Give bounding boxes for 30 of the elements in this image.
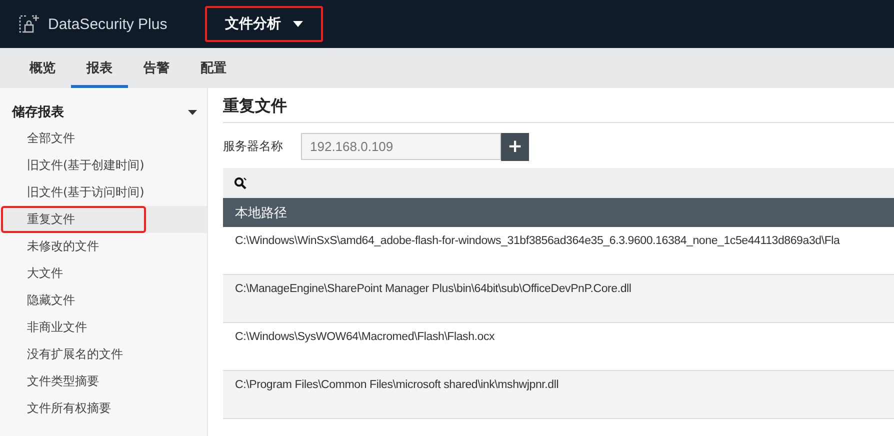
report-title: 重复文件 [223,88,894,123]
sidebar-item[interactable]: 未修改的文件 [0,233,207,260]
field-label: 服务器名称 [223,138,284,155]
folder-lock-icon [18,13,40,35]
sidebar-item[interactable]: 文件类型摘要 [0,368,207,395]
sidebar-item[interactable]: 文件所有权摘要 [0,395,207,422]
table-cell-text: C:\ManageEngine\SharePoint Manager Plus\bin\64bit\sub\OfficeDevPnP.Core.dll [234,282,632,295]
caret-icon [293,21,304,27]
sidebar-item[interactable]: 重复文件 [0,206,207,233]
column-header[interactable]: 本地路径 [223,204,287,222]
search-icon[interactable] [234,176,247,190]
nav-tab[interactable]: 配置 [185,48,242,88]
nav-tab[interactable]: 告警 [128,48,185,88]
sidebar-item[interactable]: 非商业文件 [0,314,207,341]
server-name-field[interactable]: 192.168.0.109 [301,133,501,160]
sidebar-item[interactable]: 旧文件(基于创建时间) [0,152,207,179]
caret-icon[interactable] [188,110,197,114]
table-cell-text: C:\Program Files\Common Files\microsoft shared\ink\mshwjpnr.dll [234,378,560,391]
add-button[interactable]: + [501,132,529,160]
table-cell-text: C:\Windows\SysWOW64\Macromed\Flash\Flash.ocx [234,330,496,343]
sidebar-item[interactable]: 旧文件(基于访问时间) [0,179,207,206]
table-cell-text: C:\Windows\WinSxS\amd64_adobe-flash-for-windows_31bf3856ad364e35_6.3.9600.16384_none_1c5e44113d869a3d\Fla [234,234,841,247]
product-name: DataSecurity Plus [48,16,168,32]
sidebar-item[interactable]: 全部文件 [0,125,207,152]
section-title: 储存报表 [12,104,64,121]
sidebar-item[interactable]: 大文件 [0,260,207,287]
sidebar-item[interactable]: 没有扩展名的文件 [0,341,207,368]
module-dropdown[interactable]: 文件分析 [205,6,324,42]
sidebar-item[interactable]: 隐藏文件 [0,287,207,314]
nav-tab[interactable]: 概览 [14,48,71,88]
